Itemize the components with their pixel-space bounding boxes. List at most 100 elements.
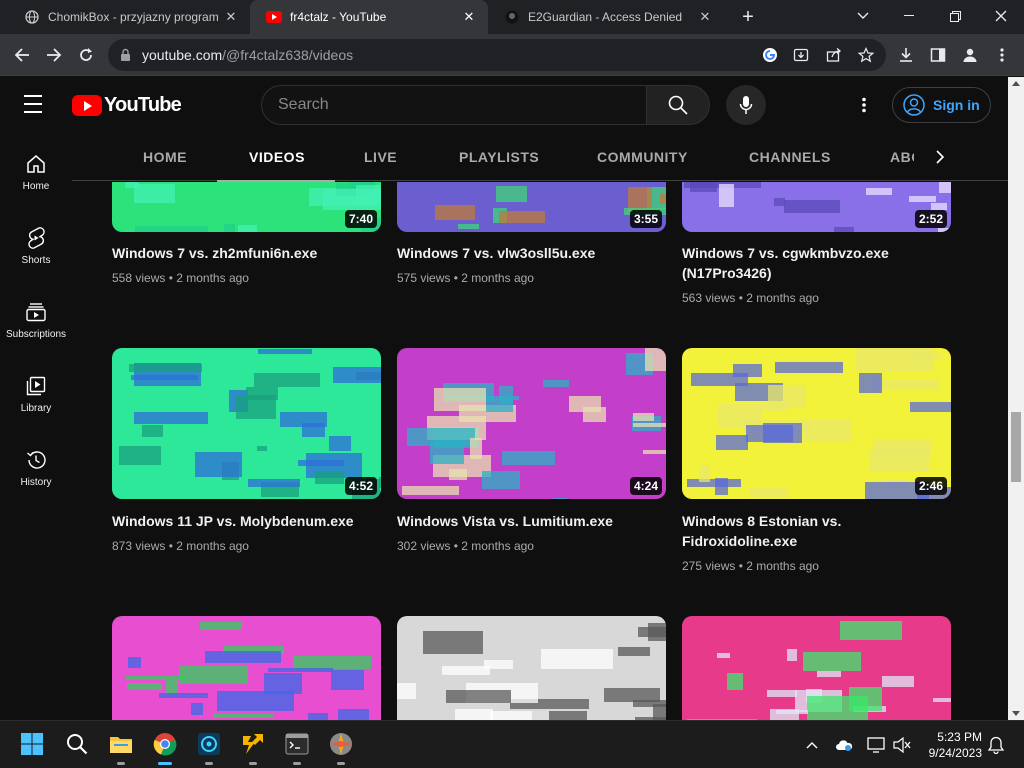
video-title[interactable]: Windows 8 Estonian vs. Fidroxidoline.exe bbox=[682, 511, 951, 551]
search-icon[interactable] bbox=[64, 731, 90, 757]
duration-badge: 3:55 bbox=[629, 210, 662, 228]
browser-tab-e2guardian[interactable]: E2Guardian - Access Denied ✕ bbox=[488, 0, 724, 34]
restore-icon[interactable] bbox=[932, 0, 978, 32]
sidebar-item-subscriptions[interactable]: Subscriptions bbox=[0, 281, 72, 355]
install-app-icon[interactable] bbox=[791, 45, 811, 65]
chevron-right-icon[interactable] bbox=[928, 145, 952, 169]
settings-more-icon[interactable] bbox=[852, 93, 876, 117]
video-thumbnail[interactable] bbox=[112, 616, 381, 720]
video-thumbnail[interactable]: 4:52 bbox=[112, 348, 381, 499]
video-meta: 873 views • 2 months ago bbox=[112, 539, 249, 553]
video-thumbnail[interactable] bbox=[397, 616, 666, 720]
tab-live[interactable]: LIVE bbox=[364, 133, 397, 181]
library-icon bbox=[26, 376, 46, 396]
mini-guide: Home Shorts Subscriptions Library Histor… bbox=[0, 133, 72, 720]
sidebar-item-home[interactable]: Home bbox=[0, 133, 72, 207]
scroll-up-arrow-icon[interactable] bbox=[1012, 81, 1020, 86]
running-indicator bbox=[249, 762, 257, 765]
close-tab-icon[interactable]: ✕ bbox=[460, 8, 478, 26]
voice-search-button[interactable] bbox=[726, 85, 766, 125]
search-input[interactable] bbox=[262, 86, 647, 124]
account-circle-icon bbox=[903, 94, 925, 116]
video-thumbnail[interactable]: 2:46 bbox=[682, 348, 951, 499]
video-thumbnail[interactable]: 2:52 bbox=[682, 182, 951, 232]
browser-tab-chomikbox[interactable]: ChomikBox - przyjazny program ✕ bbox=[8, 0, 250, 34]
volume-muted-icon[interactable] bbox=[892, 735, 912, 755]
sidebar-item-label: History bbox=[20, 477, 52, 488]
scroll-down-arrow-icon[interactable] bbox=[1012, 711, 1020, 716]
address-bar[interactable]: youtube.com/@fr4ctalz638/videos bbox=[108, 39, 886, 71]
shorts-icon bbox=[28, 227, 45, 249]
chrome-menu-icon[interactable] bbox=[991, 44, 1013, 66]
sidebar-item-library[interactable]: Library bbox=[0, 355, 72, 429]
system-clock[interactable]: 5:23 PM 9/24/2023 bbox=[918, 729, 982, 761]
onedrive-icon[interactable] bbox=[834, 735, 854, 755]
github-icon bbox=[504, 9, 520, 25]
lock-icon bbox=[120, 48, 131, 66]
tab-channels[interactable]: CHANNELS bbox=[749, 133, 831, 181]
view-count: 302 views bbox=[397, 539, 451, 553]
forward-arrow-icon[interactable] bbox=[40, 41, 68, 69]
scrollbar-thumb[interactable] bbox=[1011, 412, 1021, 482]
show-hidden-icons-chevron-icon[interactable] bbox=[802, 735, 822, 755]
youtube-logo[interactable]: YouTube bbox=[72, 94, 182, 117]
sign-in-button[interactable]: Sign in bbox=[892, 87, 991, 123]
windows-start-icon[interactable] bbox=[19, 731, 45, 757]
close-tab-icon[interactable]: ✕ bbox=[222, 8, 240, 26]
video-meta: 302 views • 2 months ago bbox=[397, 539, 534, 553]
tab-community[interactable]: COMMUNITY bbox=[597, 133, 688, 181]
chrome-icon[interactable] bbox=[152, 731, 178, 765]
close-window-icon[interactable] bbox=[978, 0, 1024, 32]
back-arrow-icon[interactable] bbox=[8, 41, 36, 69]
app-icon-blue[interactable] bbox=[196, 731, 222, 765]
video-title[interactable]: Windows 11 JP vs. Molybdenum.exe bbox=[112, 511, 381, 531]
close-tab-icon[interactable]: ✕ bbox=[696, 8, 714, 26]
upload-age: 2 months ago bbox=[176, 271, 249, 285]
tab-about[interactable]: ABO bbox=[890, 133, 914, 181]
profile-icon[interactable] bbox=[959, 44, 981, 66]
bookmark-star-icon[interactable] bbox=[856, 45, 876, 65]
video-meta: 563 views • 2 months ago bbox=[682, 291, 819, 305]
share-icon[interactable] bbox=[824, 45, 844, 65]
tab-home[interactable]: HOME bbox=[143, 133, 187, 181]
sphere-app-icon[interactable] bbox=[328, 731, 354, 765]
video-title[interactable]: Windows 7 vs. vlw3osll5u.exe bbox=[397, 243, 666, 263]
tab-search-chevron-icon[interactable] bbox=[840, 0, 886, 32]
new-tab-button[interactable]: + bbox=[736, 5, 760, 29]
tab-playlists[interactable]: PLAYLISTS bbox=[459, 133, 539, 181]
search-box bbox=[261, 85, 647, 125]
minimize-icon[interactable] bbox=[886, 0, 932, 32]
tab-videos[interactable]: VIDEOS bbox=[217, 133, 335, 182]
video-title[interactable]: Windows 7 vs. cgwkmbvzo.exe (N17Pro3426) bbox=[682, 243, 951, 283]
youtube-favicon-icon bbox=[266, 9, 282, 25]
sidebar-item-history[interactable]: History bbox=[0, 429, 72, 503]
download-icon[interactable] bbox=[895, 44, 917, 66]
video-title[interactable]: Windows 7 vs. zh2mfuni6n.exe bbox=[112, 243, 381, 263]
reload-icon[interactable] bbox=[72, 41, 100, 69]
url-path: /@fr4ctalz638/videos bbox=[222, 47, 354, 63]
notification-bell-icon[interactable] bbox=[986, 735, 1006, 755]
terminal-icon[interactable] bbox=[284, 731, 310, 765]
archive-tool-icon[interactable] bbox=[240, 731, 266, 765]
running-indicator bbox=[293, 762, 301, 765]
video-title[interactable]: Windows Vista vs. Lumitium.exe bbox=[397, 511, 666, 531]
video-thumbnail[interactable]: 7:40 bbox=[112, 182, 381, 232]
video-thumbnail[interactable]: 3:55 bbox=[397, 182, 666, 232]
sidebar-item-shorts[interactable]: Shorts bbox=[0, 207, 72, 281]
globe-icon bbox=[24, 9, 40, 25]
display-icon[interactable] bbox=[866, 735, 886, 755]
page-scrollbar[interactable] bbox=[1008, 77, 1024, 720]
file-explorer-icon[interactable] bbox=[108, 731, 134, 765]
search-button[interactable] bbox=[646, 85, 710, 125]
sidebar-item-label: Library bbox=[20, 403, 52, 414]
view-count: 873 views bbox=[112, 539, 166, 553]
menu-icon[interactable] bbox=[24, 95, 48, 115]
video-thumbnail[interactable]: 4:24 bbox=[397, 348, 666, 499]
browser-toolbar: youtube.com/@fr4ctalz638/videos bbox=[0, 34, 1024, 76]
windows-taskbar: 5:23 PM 9/24/2023 bbox=[0, 720, 1024, 768]
browser-tab-youtube[interactable]: fr4ctalz - YouTube ✕ bbox=[250, 0, 488, 34]
video-thumbnail[interactable] bbox=[682, 616, 951, 720]
side-panel-icon[interactable] bbox=[927, 44, 949, 66]
youtube-play-logo-icon bbox=[72, 95, 102, 116]
google-lens-icon[interactable] bbox=[760, 45, 780, 65]
